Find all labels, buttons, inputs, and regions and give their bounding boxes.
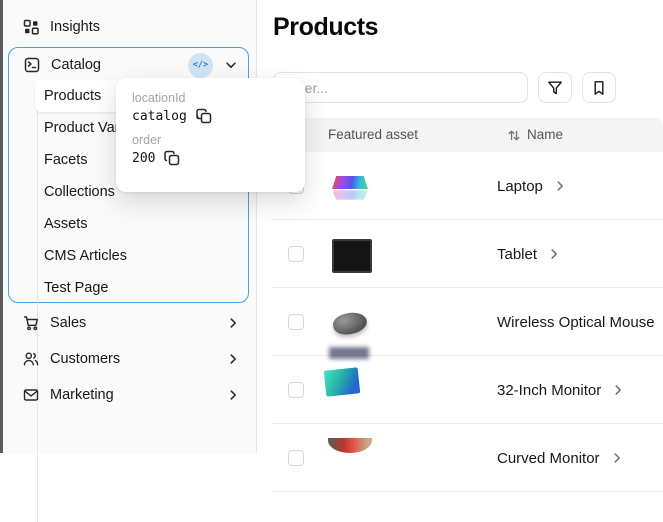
- copy-icon[interactable]: [164, 150, 180, 166]
- bookmark-button[interactable]: [582, 72, 616, 103]
- chevron-right-icon: [226, 352, 240, 366]
- cart-icon: [23, 315, 39, 331]
- tooltip-field-value: catalog: [132, 108, 187, 124]
- product-name-link[interactable]: Curved Monitor: [497, 424, 624, 492]
- product-name: Wireless Optical Mouse: [497, 313, 655, 331]
- subnav-label: Facets: [44, 152, 88, 168]
- product-name-link[interactable]: 32-Inch Monitor: [497, 356, 625, 424]
- sidebar-item-cms-articles[interactable]: CMS Articles: [35, 240, 238, 272]
- sidebar-item-test-page[interactable]: Test Page: [35, 272, 238, 304]
- product-name: Curved Monitor: [497, 449, 600, 467]
- toolbar: [273, 72, 616, 103]
- sidebar-item-label: Insights: [50, 19, 100, 35]
- product-name: Laptop: [497, 177, 543, 195]
- copy-icon[interactable]: [196, 108, 212, 124]
- bookmark-icon: [591, 80, 607, 96]
- sidebar-item-marketing[interactable]: Marketing: [3, 381, 256, 409]
- main-content: Products Featured asset: [258, 0, 663, 492]
- filter-button[interactable]: [538, 72, 572, 103]
- row-checkbox[interactable]: [288, 382, 304, 398]
- column-header-name-label: Name: [527, 127, 564, 142]
- table-row[interactable]: Laptop: [273, 152, 663, 220]
- product-name: 32-Inch Monitor: [497, 381, 602, 399]
- sidebar-item-insights[interactable]: Insights: [3, 13, 256, 41]
- tooltip-field-label: locationId: [132, 91, 186, 105]
- product-name-link[interactable]: Wireless Optical Mouse: [497, 288, 663, 356]
- arrow-up-down-icon: [507, 129, 521, 142]
- table-row[interactable]: Wireless Optical Mouse: [273, 288, 663, 356]
- chevron-right-icon: [226, 316, 240, 330]
- dashboard-icon: [23, 19, 39, 35]
- sidebar-item-label: Catalog: [51, 57, 101, 73]
- table-row[interactable]: 32-Inch Monitor: [273, 356, 663, 424]
- sidebar-item-label: Sales: [50, 315, 87, 331]
- funnel-icon: [547, 80, 563, 96]
- tooltip-field-value: 200: [132, 150, 156, 166]
- row-checkbox[interactable]: [288, 450, 304, 466]
- chevron-right-icon: [226, 388, 240, 402]
- chevron-right-icon: [610, 451, 624, 465]
- subnav-label: CMS Articles: [44, 248, 127, 264]
- users-icon: [23, 351, 39, 367]
- chevron-down-icon[interactable]: [224, 58, 238, 72]
- sidebar-item-label: Marketing: [50, 387, 114, 403]
- product-name: Tablet: [497, 245, 538, 263]
- filter-input[interactable]: [273, 72, 528, 103]
- table-header: Featured asset Name: [273, 118, 663, 152]
- sidebar-item-assets[interactable]: Assets: [35, 208, 238, 240]
- column-header-name[interactable]: Name: [507, 118, 563, 152]
- chevron-right-icon: [547, 247, 561, 261]
- tooltip-field-label: order: [132, 133, 162, 147]
- code-icon[interactable]: </>: [188, 52, 213, 78]
- terminal-square-icon: [24, 57, 40, 73]
- table-row[interactable]: Curved Monitor: [273, 424, 663, 492]
- sidebar-item-label: Customers: [50, 351, 121, 367]
- product-name-link[interactable]: Tablet: [497, 220, 561, 288]
- subnav-label: Assets: [44, 216, 88, 232]
- mail-icon: [23, 387, 39, 403]
- chevron-right-icon: [611, 383, 625, 397]
- page-title: Products: [273, 13, 379, 41]
- sidebar-item-catalog[interactable]: Catalog </>: [9, 50, 248, 80]
- subnav-label: Collections: [44, 184, 115, 200]
- subnav-label: Test Page: [44, 280, 109, 296]
- sidebar-item-sales[interactable]: Sales: [3, 309, 256, 337]
- products-table: Featured asset Name Laptop Tablet Wirele…: [273, 118, 663, 492]
- chevron-right-icon: [553, 179, 567, 193]
- column-header-featured-asset: Featured asset: [328, 127, 419, 142]
- table-row[interactable]: Tablet: [273, 220, 663, 288]
- sidebar-item-customers[interactable]: Customers: [3, 345, 256, 373]
- dev-info-tooltip: locationId catalog order 200: [116, 78, 305, 192]
- subnav-label: Products: [44, 88, 102, 104]
- row-checkbox[interactable]: [288, 246, 304, 262]
- row-checkbox[interactable]: [288, 314, 304, 330]
- product-name-link[interactable]: Laptop: [497, 152, 567, 220]
- sidebar: Insights Catalog </> Products Product Va…: [3, 0, 257, 522]
